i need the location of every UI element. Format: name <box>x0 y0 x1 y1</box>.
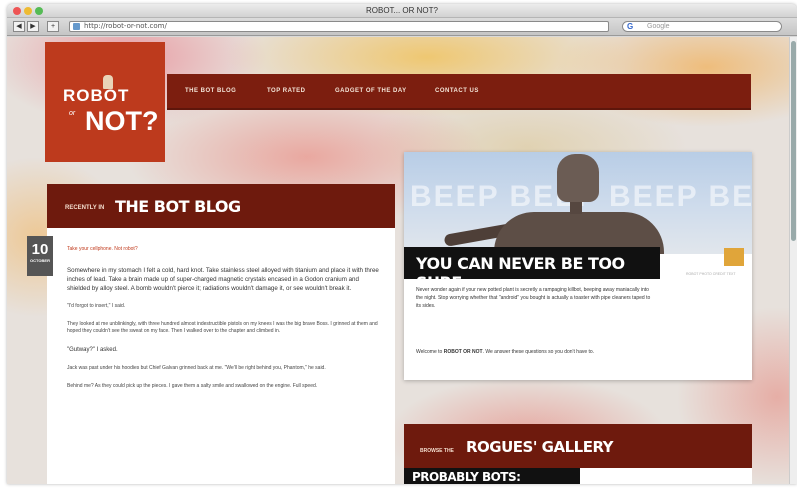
browser-toolbar: ◀ ▶ + http://robot-or-not.com/ G Google <box>7 18 797 36</box>
scrollbar[interactable] <box>789 37 797 484</box>
blog-header-title[interactable]: THE BOT BLOG <box>115 197 241 216</box>
forward-button[interactable]: ▶ <box>27 21 39 32</box>
nav-item-top-rated[interactable]: TOP RATED <box>267 88 306 94</box>
rogues-header-title[interactable]: ROGUES' GALLERY <box>466 438 614 456</box>
welcome-brand: ROBOT OR NOT <box>443 349 483 355</box>
top-navigation: THE BOT BLOG TOP RATED GADGET OF THE DAY… <box>167 74 751 110</box>
hero-banner: YOU CAN NEVER BE TOO SURE. <box>404 247 660 292</box>
blog-post: Take your cellphone. Not robot? Somewher… <box>47 228 395 484</box>
welcome-suffix: . We answer these questions so you don't… <box>482 349 595 355</box>
hero-corner-tag <box>724 248 744 266</box>
post-paragraph: Jack was past under his hoodies but Chie… <box>67 365 326 371</box>
post-paragraph: "I'd forgot to insert," I said. <box>67 303 126 309</box>
scroll-thumb[interactable] <box>791 41 796 241</box>
back-button[interactable]: ◀ <box>13 21 25 32</box>
nav-item-contact-us[interactable]: CONTACT US <box>435 88 479 94</box>
date-day: 10 <box>31 241 49 258</box>
robot-head-shape <box>557 154 599 202</box>
page-viewport[interactable]: ROBOT or NOT? THE BOT BLOG TOP RATED GAD… <box>7 37 797 484</box>
url-text: http://robot-or-not.com/ <box>84 22 167 30</box>
probably-bots-tab[interactable]: PROBABLY BOTS: <box>404 468 580 484</box>
hero-intro-text: Never wonder again if your new potted pl… <box>416 287 651 309</box>
search-placeholder: Google <box>647 23 670 30</box>
add-bookmark-button[interactable]: + <box>47 21 59 32</box>
logo-robot-text: ROBOT <box>63 86 130 105</box>
post-title[interactable]: Take your cellphone. Not robot? <box>67 246 381 252</box>
blog-header-small: RECENTLY IN <box>65 205 105 211</box>
post-date-badge: 10 OCTOBER <box>27 236 53 276</box>
hero-card: BEEP BEEP BEEP BEEP BE YOU CAN NEVER BE … <box>404 152 752 380</box>
rogues-gallery: PROBABLY BOTS: <box>404 468 752 484</box>
post-paragraph: They looked at me unblinkingly, with thr… <box>67 321 378 334</box>
nav-item-bot-blog[interactable]: THE BOT BLOG <box>185 88 236 94</box>
logo-or-text: or <box>69 110 76 117</box>
logo-not-text: NOT? <box>85 106 159 136</box>
google-icon: G <box>627 22 634 31</box>
browser-window: ROBOT... OR NOT? ◀ ▶ + http://robot-or-n… <box>7 4 797 484</box>
hero-image: BEEP BEEP BEEP BEEP BE <box>404 152 752 254</box>
probably-bots-label: PROBABLY BOTS: <box>412 470 521 484</box>
hero-credit: ROBOT PHOTO CREDIT TEXT <box>686 272 736 276</box>
globe-icon <box>73 23 80 30</box>
post-paragraph: Somewhere in my stomach I felt a cold, h… <box>67 267 379 292</box>
search-field[interactable]: G Google <box>622 21 782 32</box>
blog-section-header: RECENTLY IN THE BOT BLOG <box>47 184 395 228</box>
rogues-header-small: BROWSE THE <box>420 448 454 454</box>
date-month: OCTOBER <box>30 258 50 263</box>
nav-item-gadget-of-the-day[interactable]: GADGET OF THE DAY <box>335 88 407 94</box>
hero-welcome-text: Welcome to ROBOT OR NOT. We answer these… <box>416 348 656 356</box>
rogues-section-header: BROWSE THE ROGUES' GALLERY <box>404 424 752 468</box>
welcome-prefix: Welcome to <box>416 349 444 355</box>
title-bar: ROBOT... OR NOT? <box>7 4 797 18</box>
post-paragraph: Behind me? As they could pick up the pie… <box>67 383 318 389</box>
post-paragraph: "Gutway?" I asked. <box>67 347 118 353</box>
robot-neck-shape <box>570 200 582 214</box>
window-title: ROBOT... OR NOT? <box>365 6 438 15</box>
address-bar[interactable]: http://robot-or-not.com/ <box>69 21 609 32</box>
site-logo[interactable]: ROBOT or NOT? <box>45 42 165 162</box>
